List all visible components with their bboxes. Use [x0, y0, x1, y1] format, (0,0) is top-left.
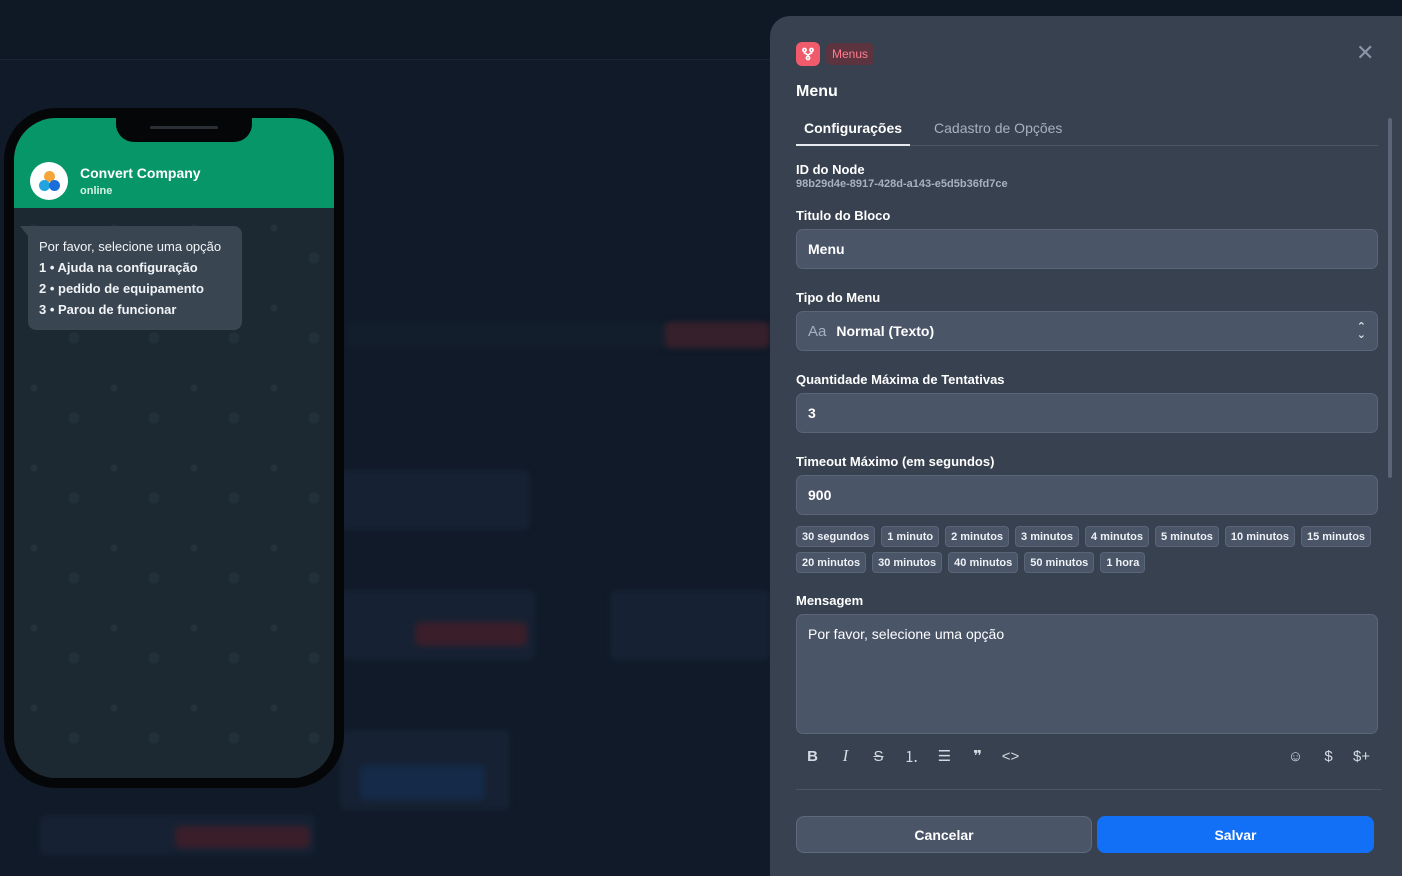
message-bubble: Por favor, selecione uma opção 1 • Ajuda… — [20, 226, 242, 330]
background-node — [610, 590, 770, 660]
timeout-preset-chip[interactable]: 20 minutos — [796, 552, 867, 573]
bullet-list-icon[interactable]: ☰ — [928, 747, 961, 765]
contact-avatar — [30, 162, 68, 200]
menu-option: 2 • pedido de equipamento — [39, 281, 204, 296]
timeout-preset-chip[interactable]: 50 minutos — [1024, 552, 1095, 573]
bold-icon[interactable]: B — [796, 748, 829, 765]
message-label: Mensagem — [796, 593, 864, 608]
timeout-preset-chip[interactable]: 10 minutos — [1224, 526, 1295, 547]
phone-screen: Convert Company online Por favor, seleci… — [14, 118, 334, 778]
contact-status: online — [80, 185, 113, 197]
timeout-input[interactable]: 900 — [796, 475, 1378, 515]
block-title-input[interactable]: Menu — [796, 229, 1378, 269]
timeout-preset-chip[interactable]: 1 minuto — [881, 526, 940, 547]
background-node-button — [175, 826, 310, 848]
whatsapp-phone-preview: Convert Company online Por favor, seleci… — [4, 108, 344, 788]
timeout-label: Timeout Máximo (em segundos) — [796, 454, 995, 469]
menu-option: 3 • Parou de funcionar — [39, 302, 177, 317]
block-title-label: Titulo do Bloco — [796, 208, 891, 223]
menu-settings-panel: Menus ✕ Menu Configurações Cadastro de O… — [770, 16, 1402, 876]
cancel-button[interactable]: Cancelar — [796, 816, 1092, 853]
timeout-preset-chip[interactable]: 15 minutos — [1300, 526, 1372, 547]
max-attempts-label: Quantidade Máxima de Tentativas — [796, 372, 1005, 387]
timeout-presets: 30 segundos 1 minuto 2 minutos 3 minutos… — [796, 526, 1381, 573]
tab-cadastro-opcoes[interactable]: Cadastro de Opções — [926, 116, 1070, 146]
variable-icon[interactable]: $ — [1312, 748, 1345, 765]
tab-configuracoes[interactable]: Configurações — [796, 116, 911, 146]
quote-icon[interactable]: ❞ — [961, 747, 994, 765]
node-id-value: 98b29d4e-8917-428d-a143-e5d5b36fd7ce — [796, 178, 1008, 190]
panel-title: Menu — [796, 83, 838, 100]
background-node — [340, 470, 530, 530]
add-variable-icon[interactable]: $+ — [1345, 748, 1378, 765]
timeout-preset-chip[interactable]: 5 minutos — [1154, 526, 1219, 547]
strikethrough-icon[interactable]: S — [862, 748, 895, 765]
footer-divider — [796, 789, 1382, 790]
node-type-tag: Menus — [796, 42, 875, 66]
chevron-updown-icon: ⌃ ⌄ — [1356, 321, 1366, 341]
max-attempts-input[interactable]: 3 — [796, 393, 1378, 433]
close-icon[interactable]: ✕ — [1356, 42, 1374, 64]
background-node-button — [665, 322, 770, 348]
panel-tabs: Configurações Cadastro de Opções — [796, 116, 1378, 146]
ordered-list-icon[interactable]: ⒈ — [895, 746, 928, 767]
contact-name: Convert Company — [80, 165, 201, 181]
background-node-button — [415, 622, 527, 646]
menu-option: 1 • Ajuda na configuração — [39, 260, 198, 275]
node-type-label: Menus — [826, 43, 875, 65]
emoji-icon[interactable]: ☺ — [1279, 748, 1312, 765]
timeout-preset-chip[interactable]: 3 minutos — [1015, 526, 1079, 547]
node-id-label: ID do Node — [796, 162, 865, 177]
text-type-icon: Aa — [808, 322, 827, 340]
save-button[interactable]: Salvar — [1097, 816, 1374, 853]
menu-type-select[interactable]: Aa Normal (Texto) ⌃ ⌄ — [796, 311, 1378, 351]
message-intro: Por favor, selecione uma opção — [39, 239, 222, 254]
timeout-preset-chip[interactable]: 2 minutos — [945, 526, 1010, 547]
timeout-preset-chip[interactable]: 30 segundos — [796, 526, 876, 547]
message-format-toolbar: B I S ⒈ ☰ ❞ <> ☺ $ $+ — [796, 744, 1378, 768]
menu-type-value: Normal (Texto) — [836, 323, 935, 339]
timeout-preset-chip[interactable]: 40 minutos — [948, 552, 1019, 573]
menu-type-label: Tipo do Menu — [796, 290, 881, 305]
chat-body: Por favor, selecione uma opção 1 • Ajuda… — [14, 208, 334, 778]
italic-icon[interactable]: I — [829, 746, 862, 766]
background-node-button — [360, 765, 485, 800]
toolbar-right-group: ☺ $ $+ — [1279, 748, 1378, 765]
fork-icon — [796, 42, 820, 66]
panel-scrollbar[interactable] — [1388, 118, 1392, 478]
timeout-preset-chip[interactable]: 1 hora — [1100, 552, 1146, 573]
phone-notch — [116, 118, 252, 142]
timeout-preset-chip[interactable]: 30 minutos — [872, 552, 943, 573]
code-icon[interactable]: <> — [994, 748, 1027, 765]
message-textarea[interactable]: Por favor, selecione uma opção — [796, 614, 1378, 734]
timeout-preset-chip[interactable]: 4 minutos — [1085, 526, 1149, 547]
